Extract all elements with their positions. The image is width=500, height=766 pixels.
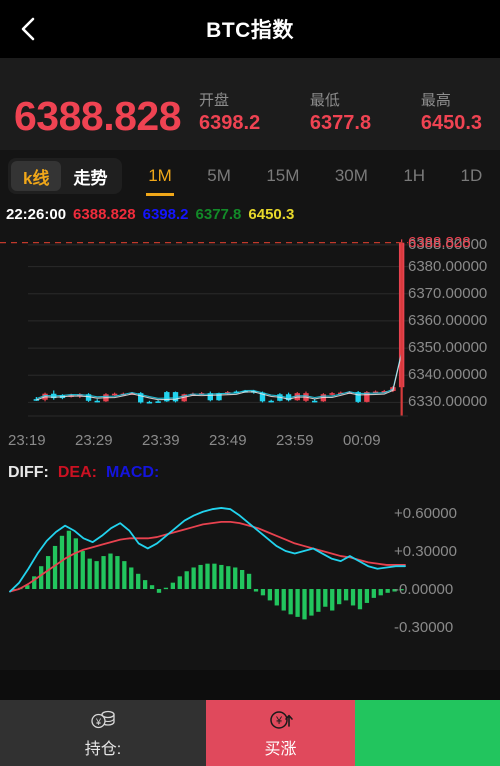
time-tick: 00:09 <box>343 432 381 449</box>
low-value: 6377.8 <box>309 112 372 134</box>
buy-down-button[interactable] <box>355 700 500 766</box>
macd-tick: +0.60000 <box>394 505 457 522</box>
open-label: 开盘 <box>199 92 230 110</box>
kline-legend: 22:26:00 6388.828 6398.2 6377.8 6450.3 <box>6 206 500 223</box>
time-tick: 23:59 <box>276 432 314 449</box>
buy-up-button[interactable]: ¥ 买涨 <box>206 700 355 766</box>
quote-stats: 开盘 6398.2 最低 6377.8 最高 6450.3 <box>181 92 486 136</box>
time-tick: 23:29 <box>75 432 113 449</box>
open-value: 6398.2 <box>199 112 261 134</box>
legend-time: 22:26:00 <box>6 206 67 223</box>
macd-tick: -0.00000 <box>394 581 454 598</box>
svg-text:¥: ¥ <box>95 717 102 727</box>
legend-high: 6377.8 <box>195 206 242 223</box>
macd-macd-label: MACD: <box>105 464 160 481</box>
macd-panel[interactable]: DIFF: DEA: MACD: +0.60000 +0.30000 -0.0000… <box>0 460 500 670</box>
chart-tab-bar: k线 走势 1M 5M 15M 30M 1H 1D <box>0 150 500 202</box>
chart-mode-switch: k线 走势 <box>8 158 123 194</box>
time-axis: 23:19 23:29 23:39 23:49 23:59 00:09 <box>0 432 408 454</box>
legend-close: 6450.3 <box>248 206 295 223</box>
btc-index-screen: BTC指数 6388.828 开盘 6398.2 最低 6377.8 最高 64… <box>0 0 500 766</box>
time-tick: 23:19 <box>8 432 46 449</box>
macd-diff-label: DIFF: <box>8 464 49 481</box>
stat-high: 最高 6450.3 <box>421 92 482 136</box>
yen-up-icon: ¥ <box>267 707 295 733</box>
timeframe-15m[interactable]: 15M <box>264 150 301 202</box>
stat-low: 最低 6377.8 <box>310 92 371 136</box>
coins-icon: ¥ <box>89 707 117 733</box>
mode-trend[interactable]: 走势 <box>61 161 119 191</box>
macd-dea-label: DEA: <box>57 464 97 481</box>
macd-canvas <box>9 507 406 620</box>
mode-kline[interactable]: k线 <box>11 161 62 191</box>
kline-chart[interactable]: 22:26:00 6388.828 6398.2 6377.8 6450.3 6… <box>0 202 500 460</box>
bottom-action-bar: ¥ 持仓: ¥ 买涨 <box>0 700 500 766</box>
timeframe-1h[interactable]: 1H <box>401 150 427 202</box>
time-tick: 23:49 <box>209 432 247 449</box>
timeframe-list: 1M 5M 15M 30M 1H 1D <box>130 150 500 202</box>
quote-header: 6388.828 开盘 6398.2 最低 6377.8 最高 6450.3 <box>0 58 500 150</box>
time-tick: 23:39 <box>142 432 180 449</box>
back-button[interactable] <box>10 11 46 47</box>
low-label: 最低 <box>309 92 340 110</box>
timeframe-30m[interactable]: 30M <box>333 150 370 202</box>
macd-tick: -0.30000 <box>394 619 454 636</box>
timeframe-1m[interactable]: 1M <box>146 150 174 202</box>
page-title: BTC指数 <box>206 19 294 42</box>
svg-text:¥: ¥ <box>274 715 282 727</box>
high-value: 6450.3 <box>420 112 482 134</box>
positions-button[interactable]: ¥ 持仓: <box>0 700 206 766</box>
title-bar: BTC指数 <box>0 0 500 58</box>
legend-open: 6388.828 <box>73 206 136 223</box>
buy-up-label: 买涨 <box>264 741 297 758</box>
legend-low: 6398.2 <box>142 206 189 223</box>
macd-tick: +0.30000 <box>394 543 457 560</box>
stat-open: 开盘 6398.2 <box>199 92 260 136</box>
timeframe-1d[interactable]: 1D <box>459 150 485 202</box>
macd-legend: DIFF: DEA: MACD: <box>8 464 159 482</box>
chevron-left-icon <box>20 16 36 42</box>
positions-label: 持仓: <box>84 741 122 758</box>
last-price: 6388.828 <box>14 93 182 140</box>
timeframe-5m[interactable]: 5M <box>205 150 233 202</box>
kline-canvas <box>0 239 408 417</box>
high-label: 最高 <box>420 92 451 110</box>
